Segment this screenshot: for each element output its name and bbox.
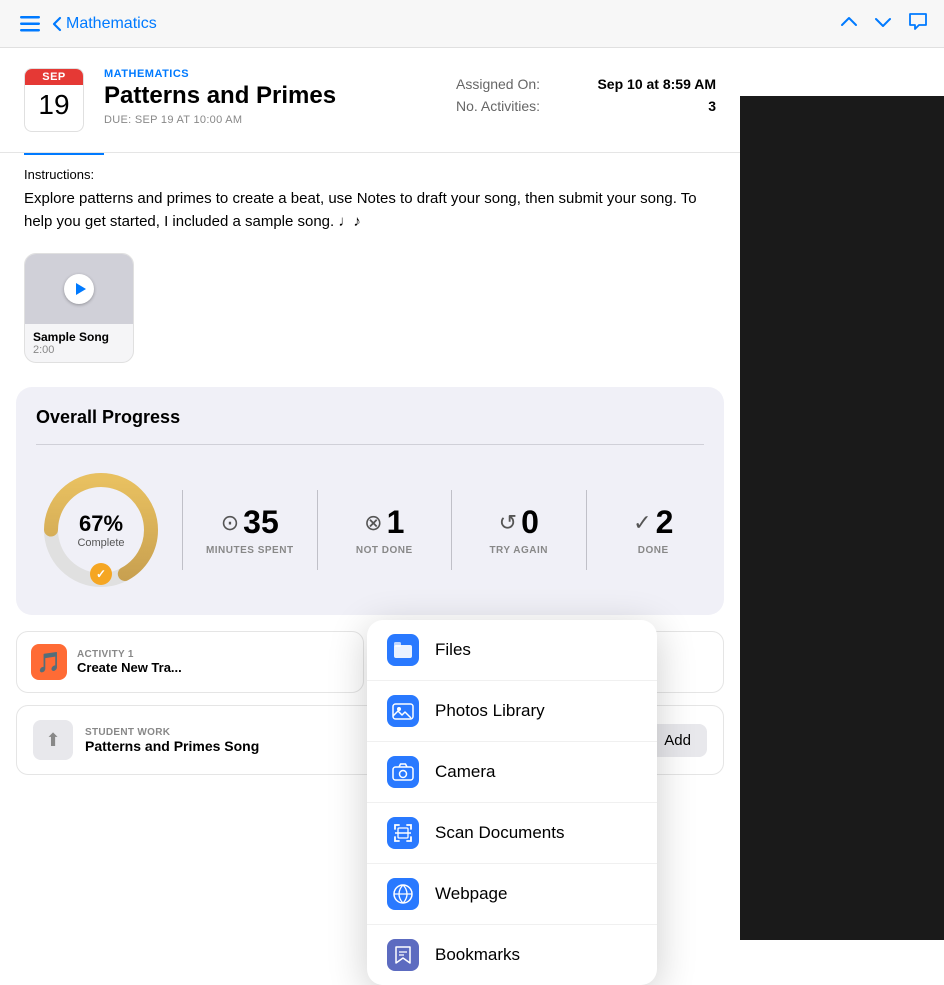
stat-done-top: ✓ 2 xyxy=(633,504,673,541)
assignment-meta: Assigned On: Sep 10 at 8:59 AM No. Activ… xyxy=(456,68,716,132)
camera-label: Camera xyxy=(435,762,495,782)
donut-label: Complete xyxy=(77,537,124,549)
stat-try-again: ↺ 0 TRY AGAIN xyxy=(468,504,570,556)
right-panel xyxy=(740,96,944,940)
assignment-info: MATHEMATICS Patterns and Primes DUE: SEP… xyxy=(104,68,436,132)
activity-num-1: ACTIVITY 1 xyxy=(77,649,349,660)
calendar-day: 19 xyxy=(25,85,83,125)
stat-minutes-top: ⊙ 35 xyxy=(221,504,279,541)
comment-button[interactable] xyxy=(908,12,928,35)
back-label: Mathematics xyxy=(66,15,157,33)
clock-icon: ⊙ xyxy=(221,510,239,536)
dropdown-item-webpage[interactable]: Webpage xyxy=(367,864,657,925)
files-icon xyxy=(387,634,419,666)
add-button[interactable]: Add xyxy=(648,724,707,757)
photos-icon xyxy=(387,695,419,727)
camera-icon xyxy=(387,756,419,788)
song-info: Sample Song 2:00 xyxy=(25,324,133,362)
assigned-on-label: Assigned On: xyxy=(456,76,540,92)
dropdown-menu: Files Photos Library Camera xyxy=(367,620,657,985)
subject-label: MATHEMATICS xyxy=(104,68,436,80)
assignment-header: SEP 19 MATHEMATICS Patterns and Primes D… xyxy=(0,48,740,153)
stat-minutes-value: 35 xyxy=(243,504,279,541)
stat-minutes-label: MINUTES SPENT xyxy=(206,545,294,556)
nav-up-button[interactable] xyxy=(840,13,858,34)
dropdown-item-bookmarks[interactable]: Bookmarks xyxy=(367,925,657,985)
scan-icon xyxy=(387,817,419,849)
nav-bar: Mathematics xyxy=(0,0,944,48)
activity-card-1[interactable]: 🎵 ACTIVITY 1 Create New Tra... xyxy=(16,631,364,693)
files-label: Files xyxy=(435,640,471,660)
not-done-icon: ⊗ xyxy=(364,510,382,536)
calendar-month: SEP xyxy=(25,69,83,85)
activity-icon-1: 🎵 xyxy=(31,644,67,680)
stat-done-value: 2 xyxy=(656,504,674,541)
try-again-icon: ↺ xyxy=(499,510,517,536)
stat-divider-1 xyxy=(182,490,183,570)
assigned-on-row: Assigned On: Sep 10 at 8:59 AM xyxy=(456,76,716,92)
no-activities-value: 3 xyxy=(708,98,716,114)
stat-not-done-value: 1 xyxy=(387,504,405,541)
donut-center: 67% Complete xyxy=(77,511,124,549)
back-button[interactable]: Mathematics xyxy=(52,15,157,33)
assignment-title: Patterns and Primes xyxy=(104,82,436,110)
dropdown-item-photos[interactable]: Photos Library xyxy=(367,681,657,742)
donut-check-icon: ✓ xyxy=(90,563,112,585)
play-button[interactable] xyxy=(64,274,94,304)
stat-done: ✓ 2 DONE xyxy=(603,504,705,556)
photos-label: Photos Library xyxy=(435,701,545,721)
nav-down-button[interactable] xyxy=(874,13,892,34)
dropdown-item-files[interactable]: Files xyxy=(367,620,657,681)
stat-divider-2 xyxy=(317,490,318,570)
webpage-icon xyxy=(387,878,419,910)
instructions-label: Instructions: xyxy=(24,167,716,182)
stat-not-done-label: NOT DONE xyxy=(356,545,413,556)
stat-divider-3 xyxy=(451,490,452,570)
stat-try-again-value: 0 xyxy=(521,504,539,541)
dropdown-item-scan[interactable]: Scan Documents xyxy=(367,803,657,864)
stat-done-label: DONE xyxy=(638,545,669,556)
stat-try-again-label: TRY AGAIN xyxy=(489,545,548,556)
calendar-icon: SEP 19 xyxy=(24,68,84,132)
sample-song-card[interactable]: Sample Song 2:00 xyxy=(24,253,134,363)
progress-divider xyxy=(36,444,704,445)
webpage-label: Webpage xyxy=(435,884,507,904)
song-thumbnail xyxy=(25,254,133,324)
instructions-section: Instructions: Explore patterns and prime… xyxy=(0,155,740,253)
bookmarks-icon xyxy=(387,939,419,971)
progress-donut: 67% Complete ✓ xyxy=(36,465,166,595)
stat-try-again-top: ↺ 0 xyxy=(499,504,539,541)
progress-title: Overall Progress xyxy=(36,407,704,428)
progress-stats: 67% Complete ✓ ⊙ 35 MINUTES SPENT xyxy=(36,465,704,595)
no-activities-row: No. Activities: 3 xyxy=(456,98,716,114)
stat-not-done: ⊗ 1 NOT DONE xyxy=(334,504,436,556)
dropdown-item-camera[interactable]: Camera xyxy=(367,742,657,803)
song-title: Sample Song xyxy=(33,330,125,344)
bookmarks-label: Bookmarks xyxy=(435,945,520,965)
sidebar-toggle-button[interactable] xyxy=(16,10,44,38)
nav-actions xyxy=(840,12,928,35)
activity-meta-1: ACTIVITY 1 Create New Tra... xyxy=(77,649,349,675)
work-icon: ⬆ xyxy=(33,720,73,760)
done-icon: ✓ xyxy=(633,510,651,536)
stat-divider-4 xyxy=(586,490,587,570)
due-date: DUE: SEP 19 AT 10:00 AM xyxy=(104,114,436,126)
activity-name-1: Create New Tra... xyxy=(77,660,349,675)
no-activities-label: No. Activities: xyxy=(456,98,540,114)
scan-label: Scan Documents xyxy=(435,823,564,843)
play-icon xyxy=(76,283,86,295)
song-duration: 2:00 xyxy=(33,344,125,356)
progress-section: Overall Progress xyxy=(16,387,724,615)
donut-percentage: 67% xyxy=(77,511,124,537)
instructions-text: Explore patterns and primes to create a … xyxy=(24,188,716,233)
assigned-on-value: Sep 10 at 8:59 AM xyxy=(597,76,716,92)
stat-not-done-top: ⊗ 1 xyxy=(364,504,404,541)
stat-minutes: ⊙ 35 MINUTES SPENT xyxy=(199,504,301,556)
